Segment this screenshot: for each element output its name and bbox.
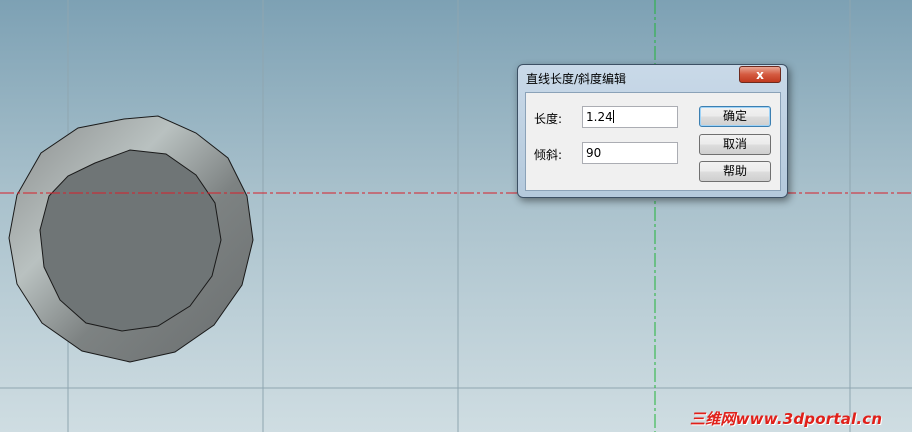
close-button[interactable]: x: [739, 66, 781, 83]
ok-button[interactable]: 确定: [699, 106, 771, 127]
tilt-input[interactable]: 90: [582, 142, 678, 164]
tilt-value: 90: [586, 146, 602, 160]
dialog-client-area: 长度: 1.24 倾斜: 90 确定 取消 帮助: [525, 92, 781, 191]
length-value: 1.24: [586, 110, 613, 124]
watermark-text: 三维网www.3dportal.cn: [690, 410, 883, 428]
dialog-title: 直线长度/斜度编辑: [526, 72, 627, 86]
line-length-tilt-dialog: 直线长度/斜度编辑 x 长度: 1.24 倾斜: 90 确定 取消 帮助: [517, 64, 788, 198]
length-input[interactable]: 1.24: [582, 106, 678, 128]
help-button[interactable]: 帮助: [699, 161, 771, 182]
length-label: 长度:: [534, 112, 563, 126]
dialog-titlebar[interactable]: 直线长度/斜度编辑 x: [518, 65, 787, 91]
cancel-button[interactable]: 取消: [699, 134, 771, 155]
tilt-label: 倾斜:: [534, 148, 563, 162]
text-caret: [612, 110, 614, 123]
close-icon: x: [756, 68, 764, 82]
